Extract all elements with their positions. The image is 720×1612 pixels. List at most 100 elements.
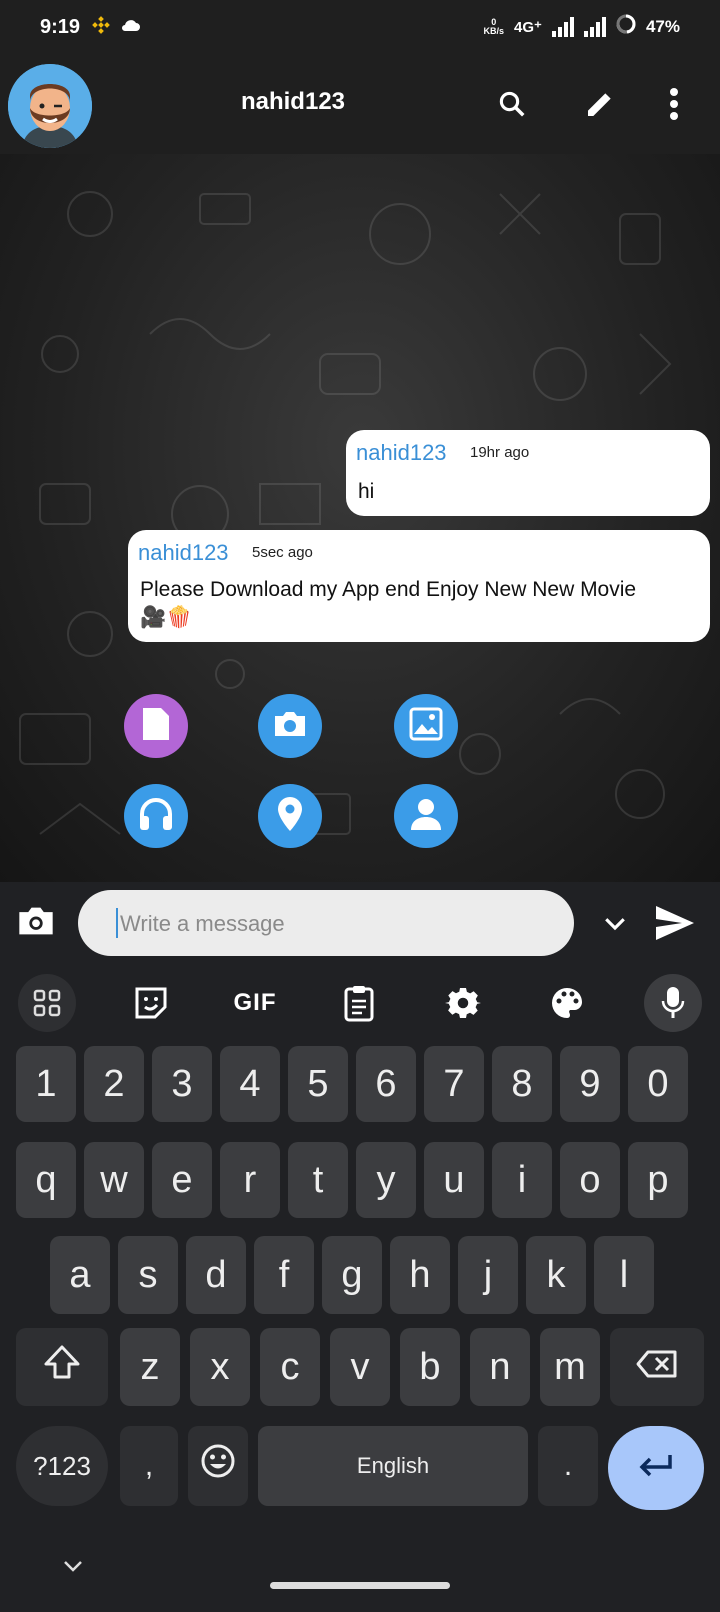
key-3[interactable]: 3 — [152, 1046, 212, 1122]
keyboard-toolbar: GIF — [0, 966, 720, 1046]
contact-icon — [408, 796, 444, 837]
key-t[interactable]: t — [288, 1142, 348, 1218]
key-p[interactable]: p — [628, 1142, 688, 1218]
key-f[interactable]: f — [254, 1236, 314, 1314]
apps-icon[interactable] — [18, 974, 76, 1032]
key-1[interactable]: 1 — [16, 1046, 76, 1122]
key-s[interactable]: s — [118, 1236, 178, 1314]
message-input[interactable] — [118, 906, 542, 942]
shift-icon — [43, 1344, 81, 1390]
key-5[interactable]: 5 — [288, 1046, 348, 1122]
message-bubble[interactable]: nahid123 19hr ago hi — [346, 430, 710, 516]
key-2[interactable]: 2 — [84, 1046, 144, 1122]
battery-percent: 47% — [645, 16, 680, 36]
message-input-bar — [0, 882, 720, 966]
message-text: hi — [358, 480, 375, 503]
message-sender: nahid123 — [356, 440, 447, 465]
keyboard-hide-icon[interactable] — [62, 1558, 84, 1579]
backspace-key[interactable] — [610, 1328, 704, 1406]
message-time: 5sec ago — [252, 544, 313, 561]
backspace-icon — [636, 1346, 678, 1389]
key-9[interactable]: 9 — [560, 1046, 620, 1122]
attach-audio-button[interactable] — [124, 784, 188, 848]
attach-image-button[interactable] — [394, 694, 458, 758]
location-icon — [276, 795, 304, 838]
more-vert-icon[interactable] — [654, 84, 694, 124]
enter-icon — [637, 1447, 675, 1490]
key-w[interactable]: w — [84, 1142, 144, 1218]
key-g[interactable]: g — [322, 1236, 382, 1314]
key-q[interactable]: q — [16, 1142, 76, 1218]
sticker-icon[interactable] — [122, 974, 180, 1032]
enter-key[interactable] — [608, 1426, 704, 1510]
image-icon — [408, 706, 444, 747]
status-time: 9:19 — [40, 16, 81, 38]
key-y[interactable]: y — [356, 1142, 416, 1218]
edit-icon[interactable] — [580, 84, 620, 124]
key-l[interactable]: l — [594, 1236, 654, 1314]
headphones-icon — [137, 796, 175, 837]
search-icon[interactable] — [492, 84, 532, 124]
key-k[interactable]: k — [526, 1236, 586, 1314]
mic-icon[interactable] — [644, 974, 702, 1032]
key-0[interactable]: 0 — [628, 1046, 688, 1122]
key-7[interactable]: 7 — [424, 1046, 484, 1122]
comma-key[interactable]: , — [120, 1426, 178, 1506]
binance-icon — [92, 16, 110, 39]
status-bar: 9:19 0 KB/s 4G⁺ 47% — [0, 0, 720, 56]
key-8[interactable]: 8 — [492, 1046, 552, 1122]
navigation-bar — [0, 1536, 720, 1612]
attach-camera-button[interactable] — [258, 694, 322, 758]
home-handle[interactable] — [270, 1582, 450, 1589]
clipboard-icon[interactable] — [330, 974, 388, 1032]
message-field[interactable] — [78, 890, 574, 956]
file-icon — [141, 706, 171, 747]
message-bubble[interactable]: nahid123 5sec ago Please Download my App… — [128, 530, 710, 642]
camera-icon — [272, 709, 308, 744]
key-d[interactable]: d — [186, 1236, 246, 1314]
send-icon[interactable] — [654, 904, 696, 947]
key-4[interactable]: 4 — [220, 1046, 280, 1122]
key-m[interactable]: m — [540, 1328, 600, 1406]
period-key[interactable]: . — [538, 1426, 598, 1506]
network-type: 4G⁺ — [514, 18, 542, 36]
message-text: Please Download my App end Enjoy New New… — [140, 578, 637, 601]
attach-file-button[interactable] — [124, 694, 188, 758]
key-h[interactable]: h — [390, 1236, 450, 1314]
symbols-key[interactable]: ?123 — [16, 1426, 108, 1506]
key-z[interactable]: z — [120, 1328, 180, 1406]
key-b[interactable]: b — [400, 1328, 460, 1406]
key-e[interactable]: e — [152, 1142, 212, 1218]
chevron-down-icon[interactable] — [600, 908, 630, 943]
app-bar: nahid123 — [0, 56, 720, 154]
message-time: 19hr ago — [470, 444, 530, 461]
gif-button[interactable]: GIF — [226, 974, 284, 1032]
key-u[interactable]: u — [424, 1142, 484, 1218]
net-speed: 0 KB/s — [483, 16, 505, 36]
message-emoji: 🎥🍿 — [140, 606, 193, 629]
key-r[interactable]: r — [220, 1142, 280, 1218]
key-v[interactable]: v — [330, 1328, 390, 1406]
signal-icon — [551, 16, 574, 37]
chat-area[interactable]: nahid123 19hr ago hi nahid123 5sec ago P… — [0, 154, 720, 882]
attach-location-button[interactable] — [258, 784, 322, 848]
space-key[interactable]: English — [258, 1426, 528, 1506]
emoji-icon — [200, 1443, 236, 1489]
shift-key[interactable] — [16, 1328, 108, 1406]
camera-icon[interactable] — [16, 904, 56, 943]
key-a[interactable]: a — [50, 1236, 110, 1314]
key-i[interactable]: i — [492, 1142, 552, 1218]
key-x[interactable]: x — [190, 1328, 250, 1406]
key-j[interactable]: j — [458, 1236, 518, 1314]
key-6[interactable]: 6 — [356, 1046, 416, 1122]
settings-icon[interactable] — [434, 974, 492, 1032]
message-sender: nahid123 — [138, 540, 229, 565]
key-n[interactable]: n — [470, 1328, 530, 1406]
doodle-background — [19, 191, 672, 835]
battery-icon — [616, 14, 636, 39]
key-c[interactable]: c — [260, 1328, 320, 1406]
key-o[interactable]: o — [560, 1142, 620, 1218]
attach-contact-button[interactable] — [394, 784, 458, 848]
emoji-key[interactable] — [188, 1426, 248, 1506]
palette-icon[interactable] — [538, 974, 596, 1032]
